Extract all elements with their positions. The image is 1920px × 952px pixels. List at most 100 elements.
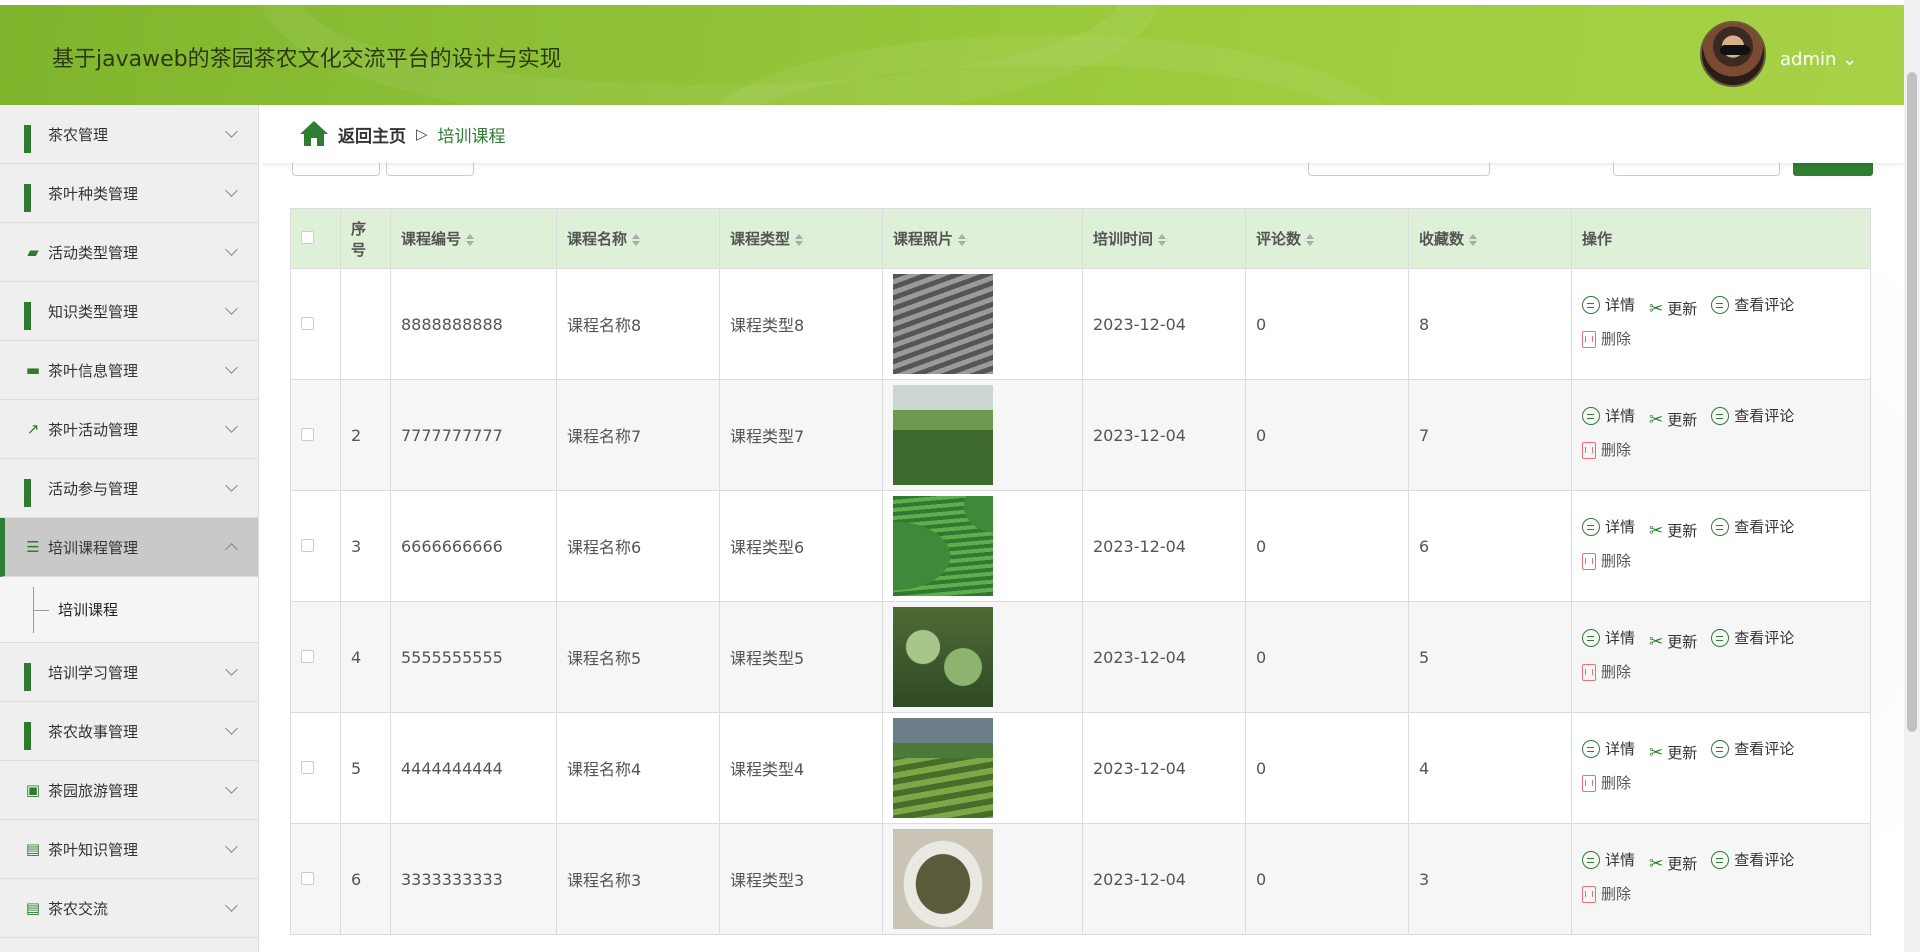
column-header[interactable]: 课程类型 [719, 208, 883, 269]
comment-count: 0 [1245, 379, 1409, 491]
scrollbar-thumb[interactable] [1907, 72, 1917, 732]
sidebar-item-label: 知识类型管理 [48, 302, 139, 321]
sidebar-item-label: 活动类型管理 [48, 243, 139, 262]
detail-button[interactable]: 详情 [1582, 290, 1635, 320]
delete-button[interactable]: 删除 [1582, 657, 1631, 687]
sidebar-item-training-study[interactable]: 培训学习管理 [0, 643, 258, 702]
chevron-down-icon [225, 125, 238, 138]
row-actions: 详情 ✂ 更新 查看评论删除 [1571, 601, 1871, 713]
update-button[interactable]: ✂ 更新 [1649, 849, 1697, 879]
sidebar-item-exchange[interactable]: ▤ 茶农交流 [0, 879, 258, 938]
sidebar-item-activity-join[interactable]: 活动参与管理 [0, 459, 258, 518]
row-checkbox[interactable] [301, 871, 314, 885]
update-button[interactable]: ✂ 更新 [1649, 294, 1697, 324]
detail-button[interactable]: 详情 [1582, 734, 1635, 764]
grid-icon [24, 302, 42, 330]
row-select-cell[interactable] [290, 268, 341, 380]
course-photo[interactable] [893, 718, 993, 818]
comment-count: 0 [1245, 823, 1409, 935]
update-button[interactable]: ✂ 更新 [1649, 516, 1697, 546]
course-code: 3333333333 [390, 823, 557, 935]
row-select-cell[interactable] [290, 379, 341, 491]
wrench-icon: ✂ [1649, 521, 1664, 542]
view-comments-button[interactable]: 查看评论 [1711, 845, 1794, 875]
delete-button[interactable]: 删除 [1582, 879, 1631, 909]
course-name: 课程名称8 [556, 268, 720, 380]
user-menu[interactable]: admin ⌄ [1780, 49, 1857, 70]
table-row: 6 3333333333 课程名称3 课程类型3 2023-12-04 0 3 详情 ✂ 更新 查看… [290, 823, 1871, 935]
column-header[interactable]: 收藏数 [1408, 208, 1572, 269]
column-header[interactable]: 课程编号 [390, 208, 557, 269]
comment-count: 0 [1245, 712, 1409, 824]
row-checkbox[interactable] [301, 538, 314, 552]
row-select-cell[interactable] [290, 601, 341, 713]
view-comments-button[interactable]: 查看评论 [1711, 290, 1794, 320]
delete-button[interactable]: 删除 [1582, 768, 1631, 798]
table-row: 5 4444444444 课程名称4 课程类型4 2023-12-04 0 4 详情 ✂ 更新 查看… [290, 712, 1871, 824]
course-name: 课程名称5 [556, 601, 720, 713]
grid-icon [24, 125, 42, 153]
row-index: 3 [340, 490, 391, 602]
row-index: 5 [340, 712, 391, 824]
course-photo[interactable] [893, 274, 993, 374]
wrench-icon: ✂ [1649, 299, 1664, 320]
trash-icon [1582, 552, 1596, 570]
view-comments-button[interactable]: 查看评论 [1711, 734, 1794, 764]
sidebar-item-tourism[interactable]: ▣ 茶园旅游管理 [0, 761, 258, 820]
back-home-link[interactable]: 返回主页 [338, 122, 406, 147]
detail-button[interactable]: 详情 [1582, 845, 1635, 875]
course-photo[interactable] [893, 829, 993, 929]
training-date: 2023-12-04 [1082, 712, 1246, 824]
select-all-cell[interactable] [290, 208, 341, 269]
update-button[interactable]: ✂ 更新 [1649, 405, 1697, 435]
row-checkbox[interactable] [301, 316, 314, 330]
view-comments-button[interactable]: 查看评论 [1711, 401, 1794, 431]
home-icon[interactable] [300, 121, 328, 147]
sidebar-item-label: 茶园旅游管理 [48, 781, 139, 800]
row-select-cell[interactable] [290, 823, 341, 935]
course-photo[interactable] [893, 385, 993, 485]
page-scrollbar[interactable] [1904, 0, 1920, 952]
update-button[interactable]: ✂ 更新 [1649, 627, 1697, 657]
column-header[interactable]: 课程名称 [556, 208, 720, 269]
sidebar-item-tea-knowledge[interactable]: ▤ 茶叶知识管理 [0, 820, 258, 879]
sidebar-subitem-course[interactable]: 培训课程 [0, 577, 258, 643]
detail-button[interactable]: 详情 [1582, 512, 1635, 542]
select-all-checkbox[interactable] [301, 230, 314, 244]
update-button[interactable]: ✂ 更新 [1649, 738, 1697, 768]
column-header[interactable]: 评论数 [1245, 208, 1409, 269]
view-comments-button[interactable]: 查看评论 [1711, 512, 1794, 542]
sidebar-item-tea-activity[interactable]: ↗ 茶叶活动管理 [0, 400, 258, 459]
course-code: 6666666666 [390, 490, 557, 602]
detail-button[interactable]: 详情 [1582, 623, 1635, 653]
delete-button[interactable]: 删除 [1582, 546, 1631, 576]
column-header[interactable]: 培训时间 [1082, 208, 1246, 269]
row-checkbox[interactable] [301, 649, 314, 663]
row-checkbox[interactable] [301, 427, 314, 441]
avatar[interactable] [1700, 21, 1766, 87]
sidebar-item-tea-type[interactable]: 茶叶种类管理 [0, 164, 258, 223]
sidebar-item-farmer-story[interactable]: 茶农故事管理 [0, 702, 258, 761]
chevron-down-icon [225, 302, 238, 315]
row-checkbox[interactable] [301, 760, 314, 774]
course-photo-cell [882, 601, 1083, 713]
sidebar-item-training-course[interactable]: ☰ 培训课程管理 [0, 518, 258, 577]
delete-button[interactable]: 删除 [1582, 435, 1631, 465]
sidebar-item-knowledge-type[interactable]: 知识类型管理 [0, 282, 258, 341]
sidebar-item-label: 培训课程管理 [48, 538, 139, 557]
sidebar-item-farmer[interactable]: 茶农管理 [0, 105, 258, 164]
course-photo-cell [882, 712, 1083, 824]
sidebar-item-activity-type[interactable]: ▰ 活动类型管理 [0, 223, 258, 282]
sidebar: 茶农管理 茶叶种类管理 ▰ 活动类型管理 知识类型管理 ▬ 茶叶信息管理 ↗ 茶… [0, 105, 259, 952]
sidebar-item-tea-info[interactable]: ▬ 茶叶信息管理 [0, 341, 258, 400]
course-code: 8888888888 [390, 268, 557, 380]
view-comments-button[interactable]: 查看评论 [1711, 623, 1794, 653]
trash-icon [1582, 885, 1596, 903]
course-photo[interactable] [893, 496, 993, 596]
delete-button[interactable]: 删除 [1582, 324, 1631, 354]
detail-button[interactable]: 详情 [1582, 401, 1635, 431]
row-select-cell[interactable] [290, 490, 341, 602]
column-header[interactable]: 课程照片 [882, 208, 1083, 269]
course-photo[interactable] [893, 607, 993, 707]
row-select-cell[interactable] [290, 712, 341, 824]
